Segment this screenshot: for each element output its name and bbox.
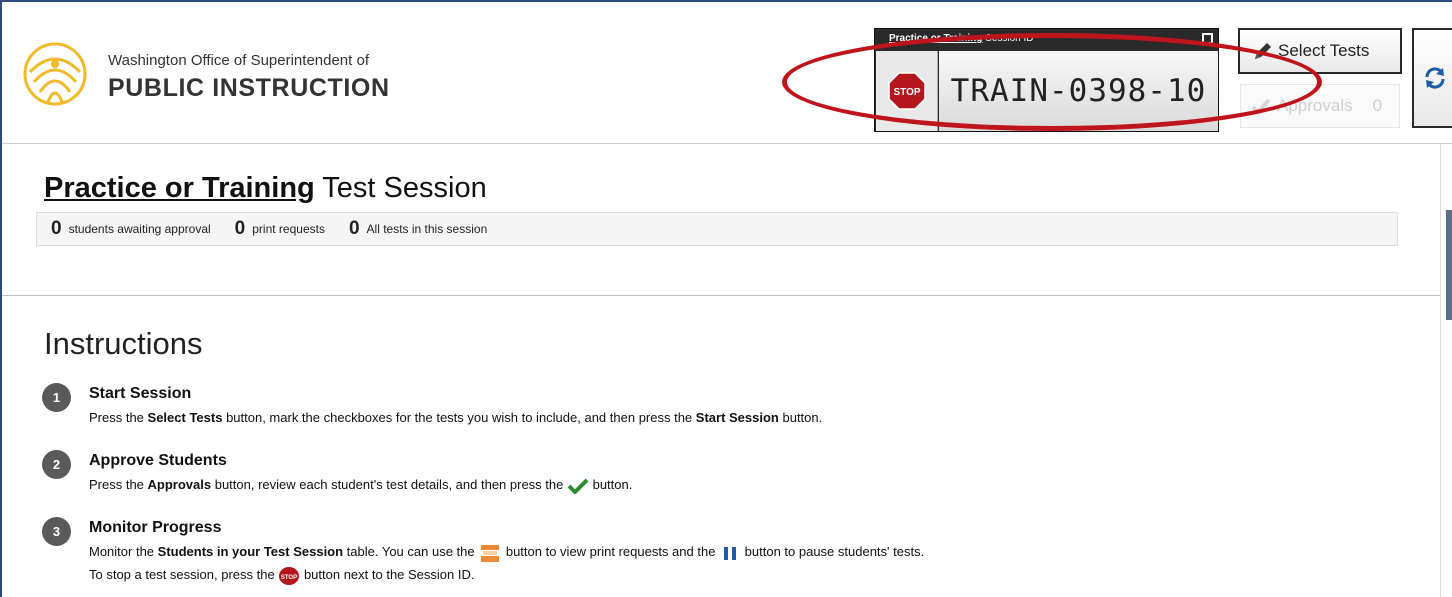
session-panel-header: Practice or Training Session ID: [875, 29, 1218, 48]
refresh-icon: [1425, 67, 1445, 89]
approve-check-icon: [567, 478, 589, 494]
session-id-display: TRAIN-0398-10: [939, 51, 1218, 131]
refresh-button[interactable]: [1412, 28, 1452, 128]
session-mode-link[interactable]: Practice or Training: [889, 33, 982, 44]
print-request-icon: [479, 543, 502, 562]
pencil-icon: [1255, 43, 1271, 59]
approvals-count: 0: [1372, 96, 1383, 115]
stat-count: 0: [234, 218, 246, 239]
approvals-label: Approvals: [1277, 96, 1353, 115]
step-number-badge: 3: [42, 517, 71, 546]
pause-icon: [724, 546, 737, 560]
select-tests-label: Select Tests: [1278, 41, 1370, 60]
session-stats-bar: 0 students awaiting approval 0 print req…: [36, 212, 1398, 246]
org-name-line1: Washington Office of Superintendent of: [108, 52, 369, 69]
title-mode-link[interactable]: Practice or Training: [44, 172, 315, 204]
instructions-heading: Instructions: [44, 326, 203, 361]
right-panel-accent: [1446, 210, 1452, 320]
session-id-value: TRAIN-0398-10: [950, 73, 1207, 109]
stat-label: print requests: [252, 222, 325, 236]
step-title: Approve Students: [89, 452, 227, 469]
step-title: Monitor Progress: [89, 519, 222, 536]
stat-print-requests[interactable]: 0 print requests: [235, 218, 325, 240]
step-number-badge: 1: [42, 383, 71, 412]
stat-awaiting-approval[interactable]: 0 students awaiting approval: [51, 218, 211, 240]
stop-icon-label: STOP: [281, 575, 297, 581]
session-title-section: Practice or Training Test Session 0 stud…: [2, 144, 1452, 296]
page-title: Practice or Training Test Session: [44, 172, 487, 205]
stop-session-button[interactable]: STOP: [876, 51, 938, 131]
stat-all-tests[interactable]: 0 All tests in this session: [349, 218, 487, 240]
step-description: Press the Select Tests button, mark the …: [89, 410, 823, 425]
stop-sign-label: STOP: [893, 87, 920, 98]
stat-label: All tests in this session: [366, 222, 488, 236]
maximize-icon[interactable]: [1202, 33, 1213, 44]
select-tests-button[interactable]: Select Tests: [1238, 28, 1402, 74]
org-name-line2: PUBLIC INSTRUCTION: [108, 74, 390, 102]
ospi-logo-icon: [23, 42, 87, 106]
stop-sign-icon: STOP: [887, 72, 926, 110]
stop-button-icon: STOP: [279, 566, 300, 585]
approvals-button[interactable]: Approvals 0: [1240, 84, 1400, 128]
session-id-panel: Practice or Training Session ID STOP TRA…: [874, 28, 1219, 132]
stat-count: 0: [348, 218, 360, 239]
session-id-label: Session ID: [985, 33, 1034, 44]
stat-label: students awaiting approval: [68, 222, 211, 236]
app-header: Washington Office of Superintendent of P…: [2, 2, 1452, 144]
title-rest: Test Session: [314, 172, 487, 204]
step-description: Monitor the Students in your Test Sessio…: [89, 540, 924, 586]
step-description: Press the Approvals button, review each …: [89, 477, 633, 494]
stat-count: 0: [51, 218, 62, 239]
step-number-badge: 2: [42, 450, 71, 479]
step-title: Start Session: [89, 385, 192, 402]
check-icon: [1251, 98, 1271, 115]
